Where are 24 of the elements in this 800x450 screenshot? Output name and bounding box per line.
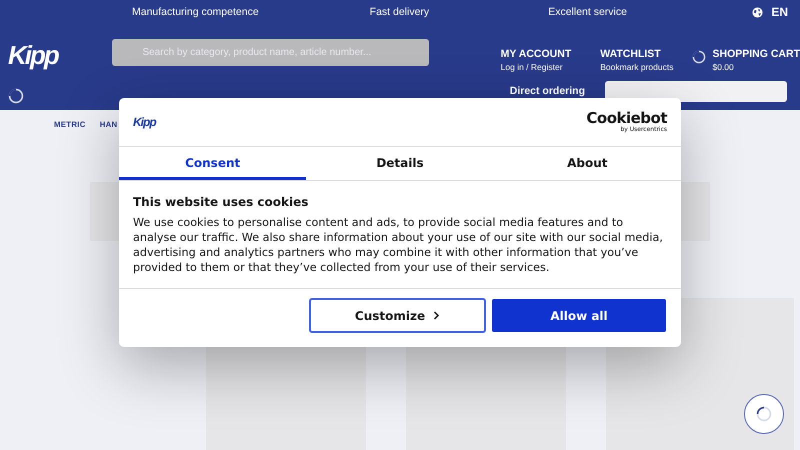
dialog-text: We use cookies to personalise content and ads, to provide social media features and to analyse our traffic. We also share information about your use of our site with our social media, advertising and analytics partners who may combine it with other information that you’ve provided to them or that they’ve collected from your use of their services.: [133, 215, 664, 275]
direct-ordering-label: Direct ordering: [510, 85, 585, 97]
usp-text: Fast delivery: [370, 6, 430, 18]
loading-spinner-icon: [8, 88, 24, 104]
header-link[interactable]: MY ACCOUNT Log in / Register: [500, 48, 572, 72]
dialog-title: This website uses cookies: [133, 195, 310, 209]
cookiebot-logo: Cookiebot: [586, 111, 667, 126]
globe-icon: [752, 6, 764, 18]
usp-text: Manufacturing competence: [132, 6, 259, 18]
dialog-tab[interactable]: Consent: [119, 147, 306, 180]
customize-button[interactable]: Customize: [309, 298, 486, 333]
usp-text: Excellent service: [548, 6, 627, 18]
chevron-icon: [433, 311, 440, 320]
loading-spinner-icon: [692, 50, 706, 64]
direct-ordering-field[interactable]: [605, 80, 787, 102]
header-link[interactable]: WATCHLIST Bookmark products: [600, 48, 674, 72]
dialog-tab[interactable]: Details: [306, 147, 494, 180]
dialog-tab[interactable]: About: [494, 147, 681, 180]
loading-spinner-icon: [756, 406, 772, 422]
kipp-logo[interactable]: Kipp: [8, 32, 64, 68]
kipp-logo: Kipp: [133, 115, 156, 129]
cart-link[interactable]: SHOPPING CART $0.00: [692, 48, 800, 72]
allow-all-button[interactable]: Allow all: [492, 299, 666, 332]
language-code[interactable]: EN: [771, 5, 788, 19]
